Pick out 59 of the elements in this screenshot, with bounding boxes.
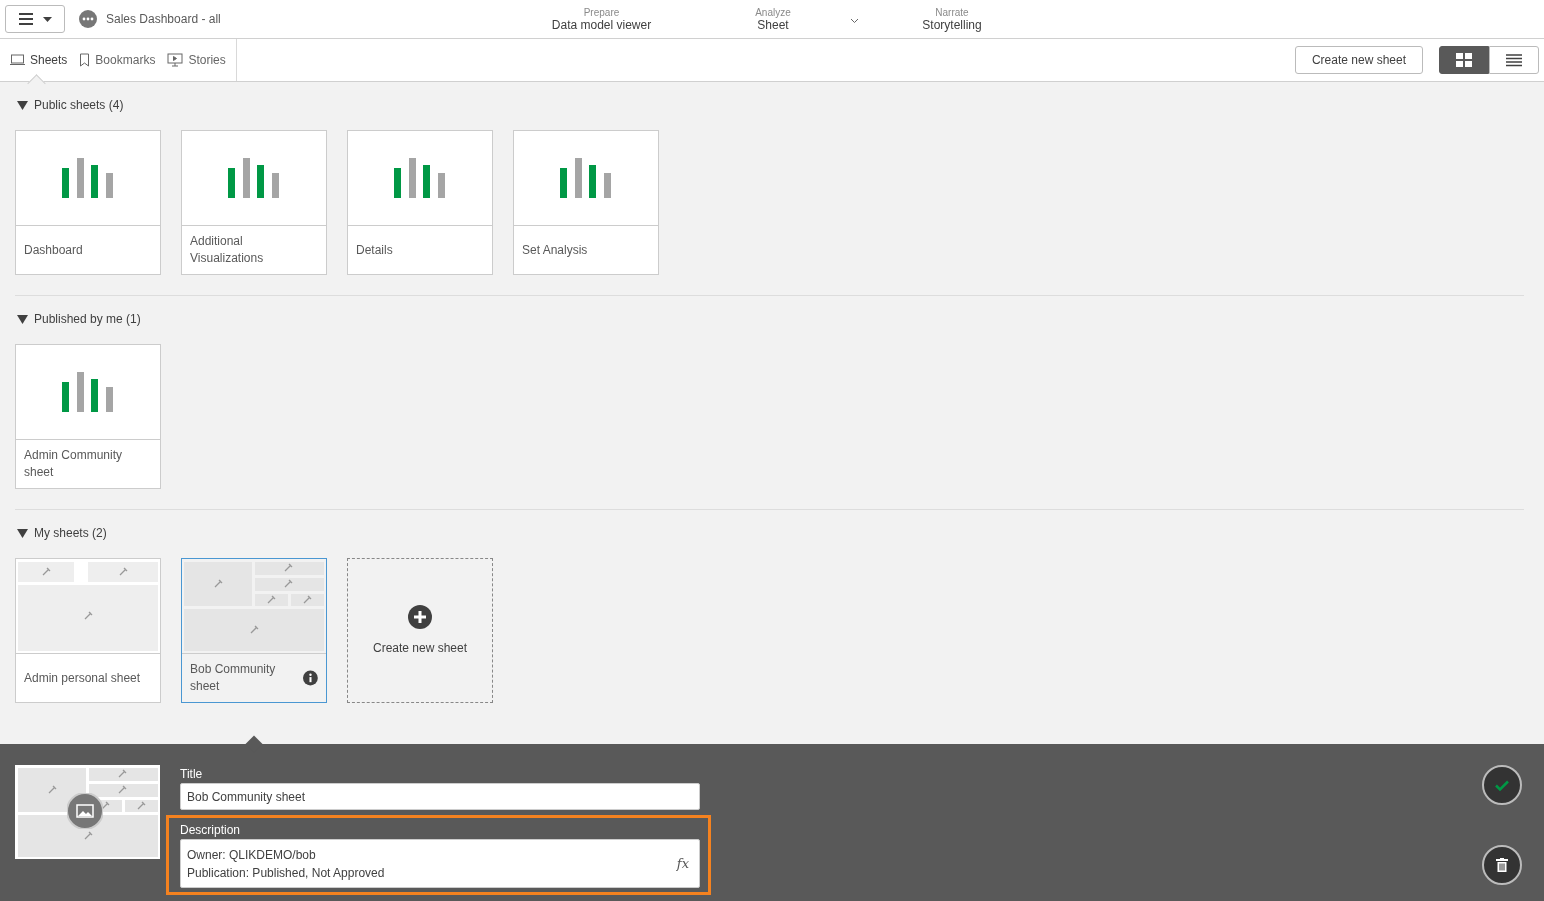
confirm-button[interactable] [1482, 765, 1522, 805]
caret-down-icon [17, 314, 28, 324]
formula-button[interactable]: fx [676, 856, 689, 871]
sheet-title: Dashboard [24, 241, 83, 259]
title-field[interactable]: Bob Community sheet [180, 783, 700, 810]
sheet-card[interactable]: Details [347, 130, 493, 275]
caret-down-icon [17, 100, 28, 110]
bar-chart-icon [394, 158, 446, 198]
sheet-card[interactable]: Admin Community sheet [15, 344, 161, 489]
sheet-title: Additional Visualizations [190, 233, 265, 267]
trash-icon [1496, 858, 1508, 872]
section-header[interactable]: My sheets (2) [15, 526, 107, 540]
laptop-icon [10, 54, 25, 66]
bar-chart-icon [560, 158, 612, 198]
description-line: Publication: Published, Not Approved [187, 864, 385, 882]
delete-button[interactable] [1482, 845, 1522, 885]
bar-chart-icon [62, 158, 114, 198]
section-header[interactable]: Published by me (1) [15, 312, 141, 326]
grid-icon [1456, 53, 1472, 67]
description-line: Owner: QLIKDEMO/bob [187, 846, 317, 864]
nav-item[interactable]: Analyze Sheet [683, 0, 863, 38]
field-label: Title [180, 767, 204, 781]
create-sheet-card[interactable]: Create new sheet [347, 558, 493, 703]
list-icon [1506, 53, 1522, 67]
toolbar-tab[interactable]: Bookmarks [79, 39, 156, 81]
sheet-card[interactable]: Admin personal sheet [15, 558, 161, 703]
bar-chart-icon [62, 372, 114, 412]
app-title: Sales Dashboard - all [106, 12, 221, 26]
sheet-title: Admin personal sheet [24, 669, 141, 687]
checkmark-icon [1495, 779, 1509, 791]
app-icon [79, 10, 97, 28]
sheet-title: Set Analysis [522, 241, 588, 259]
sheet-title: Bob Community sheet [190, 661, 277, 695]
chevron-down-icon [850, 18, 859, 24]
menu-icon [18, 13, 33, 25]
presentation-icon [167, 53, 184, 67]
image-icon[interactable] [67, 793, 103, 829]
sheet-card[interactable]: Dashboard [15, 130, 161, 275]
nav-item[interactable]: Narrate Storytelling [863, 0, 1041, 38]
create-sheet-button[interactable]: Create new sheet [1294, 46, 1423, 74]
toolbar-tab[interactable]: Stories [167, 39, 226, 81]
list-view-button[interactable] [1489, 46, 1539, 74]
bookmark-icon [79, 53, 91, 67]
caret-down-icon [17, 528, 28, 538]
sheet-card[interactable]: Set Analysis [513, 130, 659, 275]
section-header[interactable]: Public sheets (4) [15, 98, 124, 112]
caret-icon [42, 16, 52, 22]
sheet-title: Details [356, 241, 393, 259]
grid-view-button[interactable] [1439, 46, 1489, 74]
sheet-title: Admin Community sheet [24, 447, 124, 481]
info-icon[interactable] [303, 670, 318, 686]
bar-chart-icon [228, 158, 280, 198]
plus-icon [408, 604, 432, 629]
field-label: Description [180, 823, 242, 837]
sheet-card[interactable]: Bob Community sheet [181, 558, 327, 703]
nav-item[interactable]: Prepare Data model viewer [520, 0, 683, 38]
description-field[interactable]: Owner: QLIKDEMO/bob Publication: Published, Not Approved fx [180, 839, 700, 888]
menu-button[interactable] [5, 5, 65, 33]
sheet-card[interactable]: Additional Visualizations [181, 130, 327, 275]
